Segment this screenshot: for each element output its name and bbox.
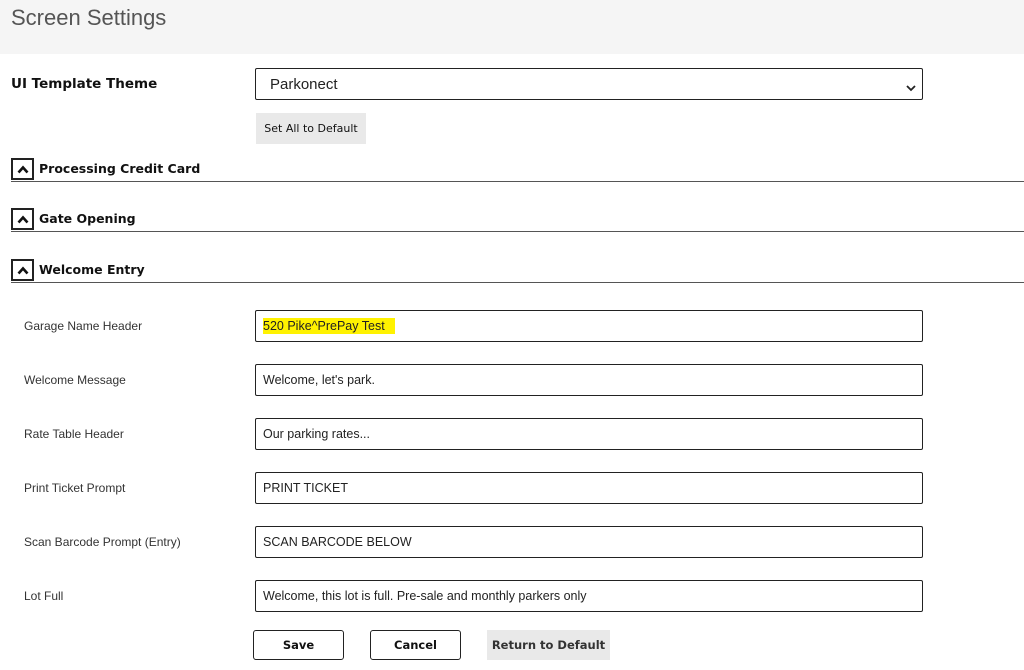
welcome-message-input[interactable]: Welcome, let's park. [255, 364, 923, 396]
print-ticket-prompt-label: Print Ticket Prompt [24, 481, 126, 495]
lot-full-input[interactable]: Welcome, this lot is full. Pre-sale and … [255, 580, 923, 612]
field-value: Welcome, let's park. [263, 373, 375, 387]
garage-name-header-label: Garage Name Header [24, 319, 143, 333]
page-title: Screen Settings [11, 5, 167, 30]
section-label: Gate Opening [39, 211, 136, 226]
field-value: 520 Pike^PrePay Test [263, 318, 395, 334]
welcome-message-label: Welcome Message [24, 373, 126, 387]
set-all-default-button[interactable]: Set All to Default [256, 113, 366, 144]
lot-full-label: Lot Full [24, 589, 64, 603]
field-value: Our parking rates... [263, 427, 370, 441]
print-ticket-prompt-input[interactable]: PRINT TICKET [255, 472, 923, 504]
theme-select-value: Parkonect [270, 76, 338, 93]
theme-select[interactable]: Parkonect [255, 68, 923, 100]
theme-label: UI Template Theme [11, 76, 158, 92]
page-header: Screen Settings [0, 0, 1024, 54]
section-label: Processing Credit Card [39, 161, 201, 176]
scan-barcode-prompt-label: Scan Barcode Prompt (Entry) [24, 535, 181, 549]
return-to-default-button[interactable]: Return to Default [487, 630, 610, 660]
chevron-up-icon[interactable] [11, 158, 34, 180]
chevron-down-icon [906, 79, 916, 97]
field-value: Welcome, this lot is full. Pre-sale and … [263, 589, 587, 603]
section-label: Welcome Entry [39, 262, 145, 277]
field-value: SCAN BARCODE BELOW [263, 535, 412, 549]
cancel-button[interactable]: Cancel [370, 630, 461, 660]
section-welcome-entry[interactable]: Welcome Entry [11, 259, 1024, 283]
section-gate-opening[interactable]: Gate Opening [11, 208, 1024, 232]
save-button[interactable]: Save [253, 630, 344, 660]
scan-barcode-prompt-input[interactable]: SCAN BARCODE BELOW [255, 526, 923, 558]
section-processing-credit-card[interactable]: Processing Credit Card [11, 158, 1024, 182]
chevron-up-icon[interactable] [11, 208, 34, 230]
garage-name-header-input[interactable]: 520 Pike^PrePay Test [255, 310, 923, 342]
field-value: PRINT TICKET [263, 481, 348, 495]
rate-table-header-label: Rate Table Header [24, 427, 124, 441]
chevron-up-icon[interactable] [11, 259, 34, 281]
rate-table-header-input[interactable]: Our parking rates... [255, 418, 923, 450]
